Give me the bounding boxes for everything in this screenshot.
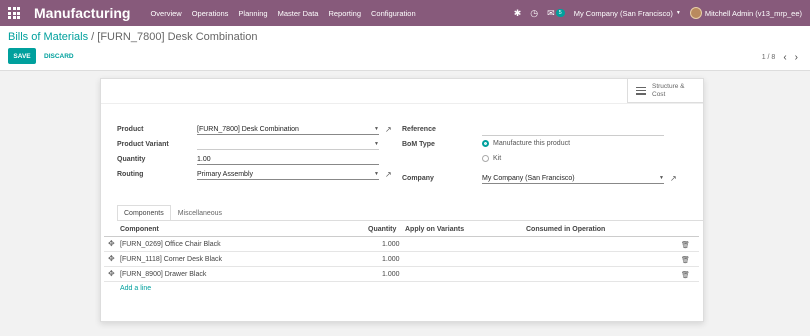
bug-icon[interactable]: ✱	[514, 8, 522, 19]
main-menu: Overview Operations Planning Master Data…	[150, 9, 415, 18]
form-sheet: Structure & Cost Product [FURN_7800] Desk…	[100, 78, 704, 322]
pager-value[interactable]: 1 / 8	[762, 54, 776, 61]
quantity-label: Quantity	[117, 156, 146, 163]
bars-icon	[636, 86, 646, 95]
company-switcher[interactable]: My Company (San Francisco) ▼	[574, 9, 681, 18]
caret-down-icon: ▼	[374, 171, 379, 177]
reference-field[interactable]	[482, 126, 664, 136]
chat-button[interactable]: ✉ 5	[547, 8, 565, 19]
menu-item-reporting[interactable]: Reporting	[328, 9, 361, 18]
company-label: Company	[402, 175, 434, 182]
tabs-divider	[117, 220, 703, 221]
column-component[interactable]: Component	[120, 226, 159, 233]
navbar-systray: ✱ ◷ ✉ 5 My Company (San Francisco) ▼ Mit…	[514, 0, 802, 26]
bom-type-label: BoM Type	[402, 141, 435, 148]
drag-handle-icon[interactable]: ✥	[108, 254, 115, 263]
caret-down-icon: ▼	[374, 126, 379, 132]
external-link-icon[interactable]: ↗	[385, 125, 392, 134]
quantity-value: 1.00	[197, 156, 211, 163]
external-link-icon[interactable]: ↗	[385, 170, 392, 179]
trash-icon[interactable]: 🗑	[681, 241, 690, 249]
avatar	[689, 7, 702, 19]
table-row[interactable]: ✥ [FURN_8900] Drawer Black 1.000 🗑	[104, 267, 699, 282]
drag-handle-icon[interactable]: ✥	[108, 269, 115, 278]
chevron-right-icon[interactable]: ›	[795, 52, 798, 63]
trash-icon[interactable]: 🗑	[681, 256, 690, 264]
company-value: My Company (San Francisco)	[482, 175, 575, 182]
row-component[interactable]: [FURN_1118] Corner Desk Black	[120, 256, 222, 263]
menu-item-configuration[interactable]: Configuration	[371, 9, 416, 18]
app-name[interactable]: Manufacturing	[34, 5, 130, 21]
chat-count-badge: 5	[555, 9, 565, 17]
breadcrumb-separator: /	[91, 31, 95, 43]
row-quantity[interactable]: 1.000	[382, 271, 400, 278]
routing-value: Primary Assembly	[197, 171, 254, 178]
table-row[interactable]: ✥ [FURN_0269] Office Chair Black 1.000 🗑	[104, 237, 699, 252]
breadcrumb: Bills of Materials / [FURN_7800] Desk Co…	[8, 31, 257, 43]
menu-item-overview[interactable]: Overview	[150, 9, 181, 18]
notebook-tabs: Components Miscellaneous	[117, 205, 229, 221]
bom-type-option-kit: Kit	[493, 155, 502, 162]
tab-miscellaneous[interactable]: Miscellaneous	[171, 205, 229, 221]
quantity-field[interactable]: 1.00	[197, 155, 379, 165]
product-variant-label: Product Variant	[117, 141, 169, 148]
column-quantity[interactable]: Quantity	[368, 226, 396, 233]
external-link-icon[interactable]: ↗	[670, 174, 677, 183]
bom-type-option-manufacture: Manufacture this product	[493, 140, 571, 147]
drag-handle-icon[interactable]: ✥	[108, 239, 115, 248]
menu-item-operations[interactable]: Operations	[192, 9, 229, 18]
user-name: Mitchell Admin (v13_mrp_ee)	[704, 8, 802, 18]
radio-checked-icon	[482, 140, 489, 147]
row-component[interactable]: [FURN_0269] Office Chair Black	[120, 241, 221, 248]
save-button[interactable]: SAVE	[8, 48, 36, 64]
chevron-left-icon[interactable]: ‹	[783, 52, 786, 63]
components-table: Component Quantity Apply on Variants Con…	[104, 223, 699, 282]
row-component[interactable]: [FURN_8900] Drawer Black	[120, 271, 206, 278]
pager: 1 / 8 ‹ ›	[762, 52, 798, 63]
sheet-header-divider	[101, 103, 703, 104]
company-name: My Company (San Francisco)	[573, 8, 673, 18]
table-row[interactable]: ✥ [FURN_1118] Corner Desk Black 1.000 🗑	[104, 252, 699, 267]
caret-down-icon: ▼	[374, 141, 379, 147]
product-label: Product	[117, 126, 144, 133]
row-quantity[interactable]: 1.000	[382, 256, 400, 263]
caret-down-icon: ▼	[659, 175, 664, 181]
product-variant-field[interactable]: ▼	[197, 140, 379, 150]
routing-label: Routing	[117, 171, 144, 178]
column-consumed-in-operation[interactable]: Consumed in Operation	[526, 226, 605, 233]
breadcrumb-current: [FURN_7800] Desk Combination	[97, 31, 258, 43]
clock-icon[interactable]: ◷	[530, 8, 538, 19]
company-field[interactable]: My Company (San Francisco) ▼	[482, 174, 664, 184]
product-value: [FURN_7800] Desk Combination	[197, 126, 299, 133]
bom-type-radio-kit[interactable]: Kit	[482, 155, 501, 162]
menu-item-master-data[interactable]: Master Data	[278, 9, 319, 18]
radio-unchecked-icon	[482, 155, 489, 162]
top-navbar: Manufacturing Overview Operations Planni…	[0, 0, 810, 26]
routing-field[interactable]: Primary Assembly ▼	[197, 170, 379, 180]
trash-icon[interactable]: 🗑	[681, 271, 690, 279]
menu-item-planning[interactable]: Planning	[238, 9, 267, 18]
breadcrumb-parent[interactable]: Bills of Materials	[8, 31, 88, 43]
structure-cost-button[interactable]: Structure & Cost	[627, 79, 703, 103]
tab-components[interactable]: Components	[117, 205, 171, 221]
discard-button[interactable]: DISCARD	[44, 48, 74, 64]
structure-cost-label: Structure & Cost	[652, 82, 685, 98]
user-menu[interactable]: Mitchell Admin (v13_mrp_ee)	[689, 7, 802, 19]
table-header: Component Quantity Apply on Variants Con…	[104, 223, 699, 237]
reference-label: Reference	[402, 126, 436, 133]
apps-grid-icon[interactable]	[7, 6, 21, 20]
bom-type-radio-manufacture[interactable]: Manufacture this product	[482, 140, 570, 147]
product-field[interactable]: [FURN_7800] Desk Combination ▼	[197, 125, 379, 135]
add-line-link[interactable]: Add a line	[120, 285, 151, 292]
column-apply-on-variants[interactable]: Apply on Variants	[405, 226, 464, 233]
row-quantity[interactable]: 1.000	[382, 241, 400, 248]
control-panel: Bills of Materials / [FURN_7800] Desk Co…	[0, 26, 810, 71]
caret-down-icon: ▼	[675, 10, 681, 16]
chat-icon: ✉	[547, 7, 555, 18]
